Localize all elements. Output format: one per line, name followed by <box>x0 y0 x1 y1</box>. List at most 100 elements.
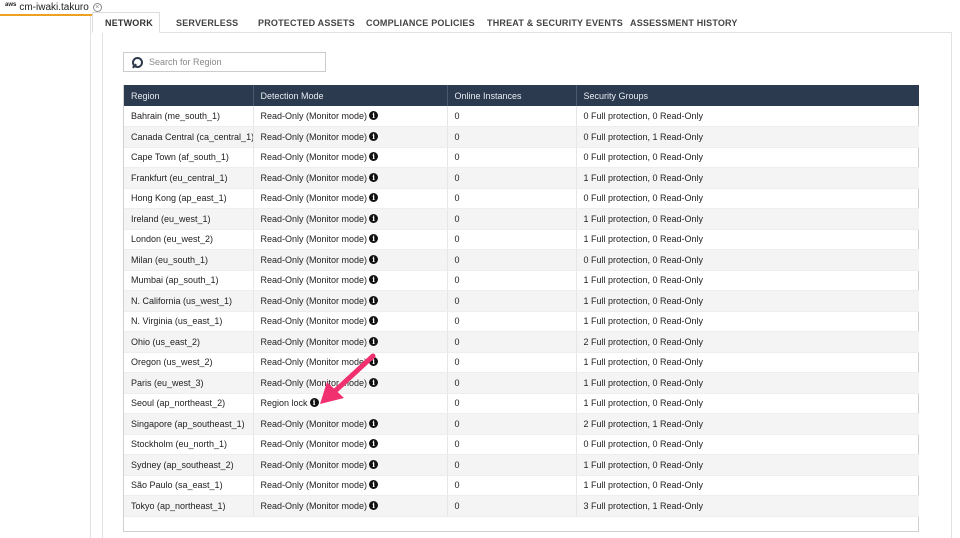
table-row[interactable]: Ireland (eu_west_1) Read-Only (Monitor mo… <box>124 208 919 230</box>
regions-table: Region Detection Mode Online Instances S… <box>123 85 919 532</box>
info-icon[interactable]: i <box>369 439 379 449</box>
security-groups-cell: 0 Full protection, 0 Read-Only <box>576 434 919 455</box>
online-instances-cell-text: 0 <box>454 254 460 265</box>
detection-mode-cell-text: Read-Only (Monitor mode) <box>260 316 368 327</box>
info-icon[interactable]: i <box>369 295 379 305</box>
info-icon[interactable]: i <box>369 500 379 510</box>
security-groups-cell-text: 2 Full protection, 1 Read-Only <box>583 418 704 429</box>
security-groups-cell: 1 Full protection, 0 Read-Only <box>576 475 919 496</box>
table-row[interactable]: Milan (eu_south_1) Read-Only (Monitor mod… <box>124 249 919 271</box>
detection-mode-cell-text: Read-Only (Monitor mode) <box>260 377 368 388</box>
tab-assessment-history[interactable]: ASSESSMENT HISTORY <box>630 12 740 33</box>
table-row[interactable]: Oregon (us_west_2) Read-Only (Monitor mod… <box>124 352 919 373</box>
security-groups-cell-text: 0 Full protection, 0 Read-Only <box>583 439 704 450</box>
column-header-security-groups[interactable]: Security Groups <box>576 85 919 106</box>
region-cell-text: Milan (eu_south_1) <box>131 254 209 265</box>
info-icon[interactable]: i <box>369 193 379 203</box>
online-instances-cell: 0 <box>447 352 577 373</box>
detection-mode-cell-text: Read-Only (Monitor mode) <box>260 234 368 245</box>
column-header-region[interactable]: Region <box>124 85 254 106</box>
region-cell: Hong Kong (ap_east_1) <box>124 188 254 209</box>
online-instances-cell-text: 0 <box>454 172 460 183</box>
region-cell: Ireland (eu_west_1) <box>124 208 254 230</box>
table-row[interactable]: Mumbai (ap_south_1) Read-Only (Monitor mo… <box>124 270 919 291</box>
close-icon[interactable]: × <box>92 2 102 12</box>
info-icon[interactable]: i <box>369 131 379 141</box>
online-instances-cell: 0 <box>447 311 577 332</box>
online-instances-cell-text: 0 <box>454 459 460 470</box>
table-row[interactable]: Hong Kong (ap_east_1) Read-Only (Monitor … <box>124 188 919 209</box>
region-cell-text: N. California (us_west_1) <box>131 295 233 306</box>
tab-compliance-policies[interactable]: COMPLIANCE POLICIES <box>366 12 487 33</box>
tab-network[interactable]: NETWORK <box>92 12 160 33</box>
info-icon[interactable]: i <box>309 398 319 408</box>
tab-serverless[interactable]: SERVERLESS <box>176 12 256 33</box>
table-row[interactable]: Canada Central (ca_central_1) Read-Only (… <box>124 126 919 148</box>
info-icon[interactable]: i <box>369 254 379 264</box>
region-cell-text: Sydney (ap_southeast_2) <box>131 459 234 470</box>
info-icon[interactable]: i <box>369 480 379 490</box>
info-icon[interactable]: i <box>369 377 379 387</box>
info-icon[interactable]: i <box>369 275 379 285</box>
security-groups-cell: 1 Full protection, 0 Read-Only <box>576 352 919 373</box>
security-groups-cell-text: 1 Full protection, 0 Read-Only <box>583 459 704 470</box>
online-instances-cell: 0 <box>447 208 577 230</box>
info-icon[interactable]: i <box>369 152 379 162</box>
table-row[interactable]: Bahrain (me_south_1) Read-Only (Monitor m… <box>124 106 919 127</box>
info-icon[interactable]: i <box>369 418 379 428</box>
table-row[interactable]: Sydney (ap_southeast_2) Read-Only (Monito… <box>124 454 919 476</box>
security-groups-cell-text: 2 Full protection, 0 Read-Only <box>583 336 704 347</box>
table-row[interactable]: N. Virginia (us_east_1) Read-Only (Monito… <box>124 311 919 332</box>
table-row[interactable]: N. California (us_west_1) Read-Only (Moni… <box>124 290 919 312</box>
detection-mode-cell-text: Read-Only (Monitor mode) <box>260 254 368 265</box>
security-groups-cell-text: 3 Full protection, 1 Read-Only <box>583 500 704 511</box>
detection-mode-cell-text: Read-Only (Monitor mode) <box>260 295 368 306</box>
region-cell: Stockholm (eu_north_1) <box>124 434 254 455</box>
table-row[interactable]: Singapore (ap_southeast_1) Read-Only (Mon… <box>124 413 919 435</box>
region-cell: Paris (eu_west_3) <box>124 372 254 394</box>
table-row[interactable]: London (eu_west_2) Read-Only (Monitor mod… <box>124 229 919 250</box>
online-instances-cell-text: 0 <box>454 275 460 286</box>
info-icon[interactable]: i <box>369 459 379 469</box>
security-groups-cell: 2 Full protection, 0 Read-Only <box>576 331 919 353</box>
tab-threat-security-events[interactable]: THREAT & SECURITY EVENTS <box>487 12 630 33</box>
security-groups-cell: 0 Full protection, 0 Read-Only <box>576 147 919 168</box>
security-groups-cell: 0 Full protection, 1 Read-Only <box>576 126 919 148</box>
online-instances-cell: 0 <box>447 167 577 189</box>
online-instances-cell: 0 <box>447 475 577 496</box>
info-icon[interactable]: i <box>369 213 379 223</box>
online-instances-cell: 0 <box>447 495 577 517</box>
table-row[interactable]: Cape Town (af_south_1) Read-Only (Monitor… <box>124 147 919 168</box>
table-row[interactable]: Frankfurt (eu_central_1) Read-Only (Monit… <box>124 167 919 189</box>
table-row[interactable]: São Paulo (sa_east_1) Read-Only (Monitor … <box>124 475 919 496</box>
info-icon[interactable]: i <box>369 316 379 326</box>
table-row[interactable]: Seoul (ap_northeast_2) Region lock i 0 1 Ful… <box>124 393 919 414</box>
online-instances-cell: 0 <box>447 434 577 455</box>
info-icon[interactable]: i <box>369 111 379 120</box>
detection-mode-cell: Read-Only (Monitor mode) i <box>253 311 448 332</box>
table-row[interactable]: Tokyo (ap_northeast_1) Read-Only (Monitor… <box>124 495 919 517</box>
table-row[interactable]: Ohio (us_east_2) Read-Only (Monitor mode)… <box>124 331 919 353</box>
online-instances-cell: 0 <box>447 188 577 209</box>
info-icon[interactable]: i <box>369 234 379 244</box>
column-header-detection-mode[interactable]: Detection Mode <box>253 85 448 106</box>
info-icon[interactable]: i <box>369 172 379 182</box>
online-instances-cell-text: 0 <box>454 336 460 347</box>
detection-mode-cell-text: Read-Only (Monitor mode) <box>260 336 368 347</box>
region-cell-text: São Paulo (sa_east_1) <box>131 480 223 491</box>
detection-mode-cell: Read-Only (Monitor mode) i <box>253 434 448 455</box>
security-groups-cell: 1 Full protection, 0 Read-Only <box>576 208 919 230</box>
search-input[interactable] <box>149 57 309 67</box>
table-row[interactable]: Paris (eu_west_3) Read-Only (Monitor mode… <box>124 372 919 394</box>
table-row[interactable]: Stockholm (eu_north_1) Read-Only (Monitor… <box>124 434 919 455</box>
online-instances-cell: 0 <box>447 126 577 148</box>
online-instances-cell-text: 0 <box>454 295 460 306</box>
search-box[interactable] <box>123 52 326 72</box>
account-tab[interactable]: aws cm-iwaki.takuro × <box>0 0 102 16</box>
tab-protected-assets[interactable]: PROTECTED ASSETS <box>258 12 366 33</box>
detection-mode-cell: Read-Only (Monitor mode) i <box>253 372 448 394</box>
region-cell-text: Seoul (ap_northeast_2) <box>131 398 226 409</box>
info-icon[interactable]: i <box>369 336 379 346</box>
column-header-online-instances[interactable]: Online Instances <box>447 85 577 106</box>
info-icon[interactable]: i <box>369 357 379 367</box>
